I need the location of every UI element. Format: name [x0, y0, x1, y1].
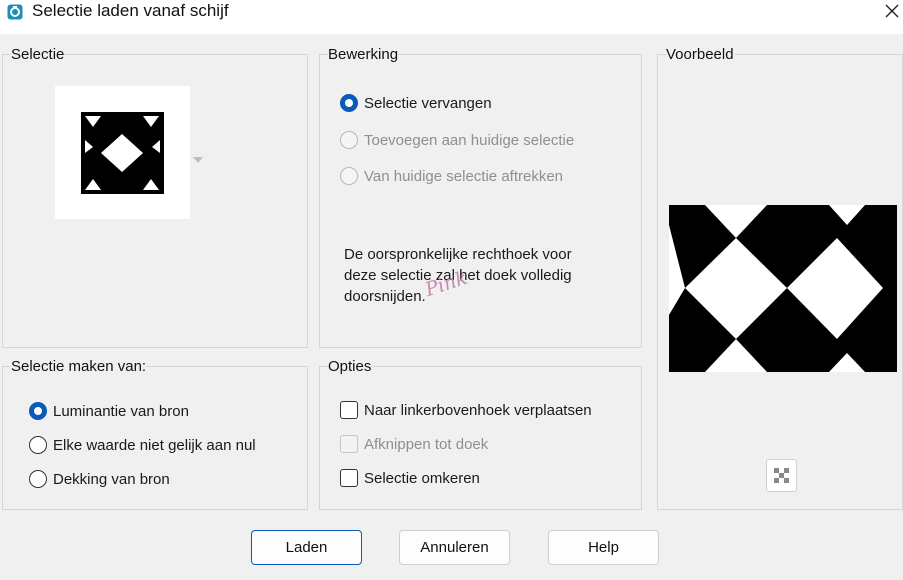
navigate-button[interactable]: [766, 459, 797, 492]
radio-dekking[interactable]: Dekking van bron: [29, 470, 170, 488]
help-button[interactable]: Help: [548, 530, 659, 565]
radio-elke-waarde[interactable]: Elke waarde niet gelijk aan nul: [29, 436, 256, 454]
preview-image: [669, 205, 897, 372]
radio-toevoegen[interactable]: Toevoegen aan huidige selectie: [340, 131, 574, 149]
checkbox-label: Selectie omkeren: [364, 469, 480, 487]
radio-label: Luminantie van bron: [53, 402, 189, 420]
radio-button[interactable]: [29, 402, 47, 420]
radio-label: Selectie vervangen: [364, 94, 492, 112]
radio-selectie-vervangen[interactable]: Selectie vervangen: [340, 94, 492, 112]
radio-luminantie[interactable]: Luminantie van bron: [29, 402, 189, 420]
checkbox-linkerbovenhoek[interactable]: Naar linkerbovenhoek verplaatsen: [340, 401, 592, 419]
selection-thumbnail[interactable]: [55, 86, 190, 219]
radio-button[interactable]: [29, 436, 47, 454]
close-icon: [885, 4, 899, 18]
chevron-down-icon[interactable]: [193, 150, 203, 167]
checkbox[interactable]: [340, 469, 358, 487]
window-title: Selectie laden vanaf schijf: [32, 1, 229, 20]
bewerking-panel-title: Bewerking: [328, 46, 399, 63]
selection-pattern-image: [81, 112, 164, 194]
radio-button[interactable]: [340, 167, 358, 185]
voorbeeld-panel-title: Voorbeeld: [666, 46, 734, 63]
checkbox-label: Afknippen tot doek: [364, 435, 489, 453]
radio-button[interactable]: [29, 470, 47, 488]
checkbox[interactable]: [340, 435, 358, 453]
checkbox[interactable]: [340, 401, 358, 419]
radio-label: Dekking van bron: [53, 470, 170, 488]
radio-label: Toevoegen aan huidige selectie: [364, 131, 575, 149]
maken-van-panel-title: Selectie maken van:: [11, 358, 147, 375]
radio-aftrekken[interactable]: Van huidige selectie aftrekken: [340, 167, 563, 185]
app-icon: [7, 4, 23, 20]
navigate-icon: [774, 468, 789, 483]
close-button[interactable]: [881, 0, 903, 22]
checkbox-afknippen[interactable]: Afknippen tot doek: [340, 435, 488, 453]
radio-button[interactable]: [340, 131, 358, 149]
radio-button[interactable]: [340, 94, 358, 112]
radio-label: Van huidige selectie aftrekken: [364, 167, 564, 185]
checkbox-omkeren[interactable]: Selectie omkeren: [340, 469, 480, 487]
title-bar: Selectie laden vanaf schijf: [0, 0, 903, 34]
cancel-button[interactable]: Annuleren: [399, 530, 510, 565]
load-button[interactable]: Laden: [251, 530, 362, 565]
checkbox-label: Naar linkerbovenhoek verplaatsen: [364, 401, 592, 419]
description-text: De oorspronkelijke rechthoek voor deze s…: [344, 246, 572, 305]
opties-panel-title: Opties: [328, 358, 372, 375]
selectie-panel-title: Selectie: [11, 46, 65, 63]
radio-label: Elke waarde niet gelijk aan nul: [53, 436, 256, 454]
